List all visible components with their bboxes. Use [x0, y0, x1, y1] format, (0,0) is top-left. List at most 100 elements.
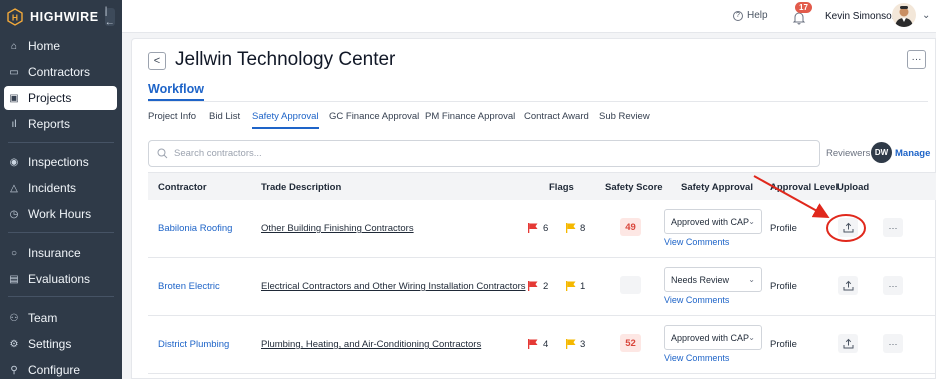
- yellow-flag-icon: [566, 338, 576, 349]
- sidebar-item-label: Projects: [28, 91, 72, 105]
- red-flag-icon: [528, 222, 538, 233]
- view-comments-link[interactable]: View Comments: [664, 353, 729, 363]
- bar-chart-icon: ıl: [11, 118, 17, 130]
- upload-icon: [843, 338, 853, 349]
- column-header-upload[interactable]: Upload: [837, 182, 869, 193]
- user-name[interactable]: Kevin Simonson: [825, 11, 897, 22]
- tab-sub-review[interactable]: Sub Review: [599, 111, 650, 122]
- row-more-button[interactable]: ···: [883, 334, 903, 353]
- tab-contract-award[interactable]: Contract Award: [524, 111, 589, 122]
- sidebar-item-team[interactable]: ⚇ Team: [4, 306, 117, 330]
- clock-icon: ◷: [9, 208, 19, 220]
- page-more-button[interactable]: ···: [907, 50, 926, 69]
- contractor-link[interactable]: District Plumbing: [158, 339, 229, 350]
- sidebar-item-label: Inspections: [28, 155, 89, 169]
- contractor-link[interactable]: Broten Electric: [158, 281, 220, 292]
- sidebar-item-inspections[interactable]: ◉ Inspections: [4, 150, 117, 174]
- view-comments-link[interactable]: View Comments: [664, 237, 729, 247]
- table-row: District Plumbing Plumbing, Heating, and…: [148, 316, 936, 374]
- sidebar-item-incidents[interactable]: △ Incidents: [4, 176, 117, 200]
- sidebar-item-insurance[interactable]: ○ Insurance: [4, 241, 117, 265]
- table-row: Babilonia Roofing Other Building Finishi…: [148, 200, 936, 258]
- upload-icon: [843, 280, 853, 291]
- column-header-approval-level[interactable]: Approval Level: [770, 182, 838, 193]
- help-button[interactable]: ? Help: [733, 10, 768, 21]
- upload-button[interactable]: [838, 334, 858, 353]
- table-row: Broten Electric Electrical Contractors a…: [148, 258, 936, 316]
- chevron-down-icon: ⌄: [748, 333, 755, 342]
- view-comments-link[interactable]: View Comments: [664, 295, 729, 305]
- sidebar-item-work-hours[interactable]: ◷ Work Hours: [4, 202, 117, 226]
- sidebar-item-label: Incidents: [28, 181, 77, 195]
- approval-level: Profile: [770, 223, 797, 234]
- red-flag-count: 6: [543, 223, 549, 234]
- chevron-down-icon: ⌄: [748, 217, 755, 226]
- sidebar-item-label: Contractors: [28, 65, 91, 79]
- upload-button[interactable]: [838, 218, 858, 237]
- upload-icon: [843, 222, 853, 233]
- approval-level: Profile: [770, 281, 797, 292]
- sidebar-item-configure[interactable]: ⚲ Configure: [4, 358, 117, 379]
- tab-safety-approval[interactable]: Safety Approval: [252, 111, 319, 129]
- safety-approval-select[interactable]: Approved with CAP ⌄: [664, 325, 762, 350]
- safety-approval-select[interactable]: Needs Review ⌄: [664, 267, 762, 292]
- collapse-sidebar-button[interactable]: |←: [104, 6, 115, 28]
- bell-icon[interactable]: [792, 11, 806, 25]
- tab-project-info[interactable]: Project Info: [148, 111, 196, 122]
- id-card-icon: ▭: [9, 66, 19, 78]
- safety-approval-select[interactable]: Approved with CAP ⌄: [664, 209, 762, 234]
- safety-approval-value: Approved with CAP: [671, 332, 750, 343]
- back-button[interactable]: <: [148, 52, 166, 70]
- clipboard-icon: ▤: [9, 273, 19, 285]
- tab-gc-finance-approval[interactable]: GC Finance Approval: [329, 111, 419, 122]
- safety-score-badge: [620, 276, 641, 294]
- page-title: Jellwin Technology Center: [175, 49, 396, 70]
- upload-button[interactable]: [838, 276, 858, 295]
- column-header-flags[interactable]: Flags: [549, 182, 574, 193]
- column-header-trade[interactable]: Trade Description: [261, 182, 341, 193]
- search-input[interactable]: [174, 148, 774, 159]
- sidebar-item-evaluations[interactable]: ▤ Evaluations: [4, 267, 117, 291]
- table-header: Contractor Trade Description Flags Safet…: [148, 172, 936, 200]
- home-icon: ⌂: [10, 40, 18, 52]
- column-header-safety-score[interactable]: Safety Score: [605, 182, 663, 193]
- sidebar-item-reports[interactable]: ıl Reports: [4, 112, 117, 136]
- red-flag-count: 4: [543, 339, 549, 350]
- sidebar-item-home[interactable]: ⌂ Home: [4, 34, 117, 58]
- reviewers-label: Reviewers: [826, 148, 871, 159]
- sidebar-item-projects[interactable]: ▣ Projects: [4, 86, 117, 110]
- workflow-section-tab[interactable]: Workflow: [148, 82, 205, 101]
- search-box: [148, 140, 820, 167]
- tab-pm-finance-approval[interactable]: PM Finance Approval: [425, 111, 515, 122]
- divider: [148, 101, 928, 102]
- sidebar-item-label: Configure: [28, 363, 81, 377]
- sidebar-item-settings[interactable]: ⚙ Settings: [4, 332, 117, 356]
- briefcase-icon: ▣: [9, 92, 19, 104]
- approval-level: Profile: [770, 339, 797, 350]
- highwire-logo-icon: H: [6, 8, 24, 26]
- trade-description-link[interactable]: Electrical Contractors and Other Wiring …: [261, 281, 526, 292]
- sidebar-divider: [8, 232, 114, 233]
- reviewer-avatar[interactable]: DW: [871, 142, 892, 163]
- help-icon: ?: [733, 10, 743, 21]
- trade-description-link[interactable]: Plumbing, Heating, and Air-Conditioning …: [261, 339, 481, 350]
- avatar[interactable]: [892, 3, 916, 27]
- safety-approval-value: Approved with CAP: [671, 216, 750, 227]
- yellow-flag-icon: [566, 280, 576, 291]
- search-icon: [157, 148, 168, 159]
- sidebar-divider: [8, 296, 114, 297]
- sidebar-item-label: Insurance: [28, 246, 81, 260]
- manage-reviewers-link[interactable]: Manage: [895, 148, 930, 159]
- sidebar-item-contractors[interactable]: ▭ Contractors: [4, 60, 117, 84]
- contractor-link[interactable]: Babilonia Roofing: [158, 223, 232, 234]
- trade-description-link[interactable]: Other Building Finishing Contractors: [261, 223, 414, 234]
- column-header-contractor[interactable]: Contractor: [158, 182, 207, 193]
- sidebar-item-label: Home: [28, 39, 61, 53]
- warning-icon: △: [10, 182, 18, 194]
- tab-bid-list[interactable]: Bid List: [209, 111, 240, 122]
- sidebar-item-label: Evaluations: [28, 272, 91, 286]
- user-menu-chevron-icon[interactable]: ⌄: [922, 10, 930, 21]
- row-more-button[interactable]: ···: [883, 276, 903, 295]
- column-header-safety-approval[interactable]: Safety Approval: [681, 182, 753, 193]
- row-more-button[interactable]: ···: [883, 218, 903, 237]
